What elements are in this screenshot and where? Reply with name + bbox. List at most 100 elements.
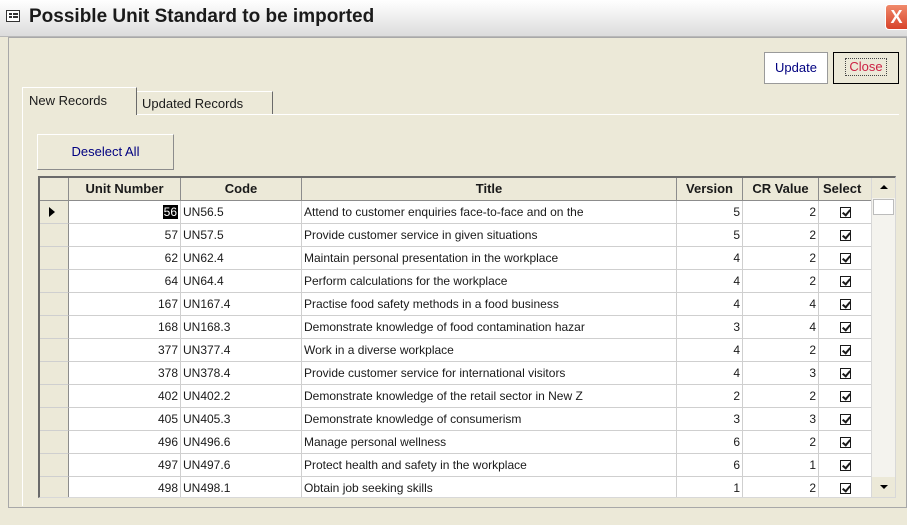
cell-cr-value[interactable]: 2 <box>743 431 819 454</box>
scrollbar-thumb[interactable] <box>873 199 894 215</box>
cell-unit-number[interactable]: 64 <box>69 270 181 293</box>
table-row[interactable]: 57 UN57.5 Provide customer service in give… <box>40 224 871 247</box>
cell-code[interactable]: UN496.6 <box>181 431 302 454</box>
table-row[interactable]: 497 UN497.6 Protect health and safety in t… <box>40 454 871 477</box>
cell-unit-number[interactable]: 168 <box>69 316 181 339</box>
column-header-select[interactable]: Select <box>819 178 871 201</box>
cell-version[interactable]: 4 <box>677 270 743 293</box>
cell-unit-number[interactable]: 378 <box>69 362 181 385</box>
cell-code[interactable]: UN402.2 <box>181 385 302 408</box>
cell-version[interactable]: 2 <box>677 385 743 408</box>
checkbox-checked-icon[interactable] <box>839 253 851 265</box>
cell-version[interactable]: 4 <box>677 339 743 362</box>
checkbox-checked-icon[interactable] <box>839 207 851 219</box>
record-selector[interactable] <box>40 247 69 270</box>
cell-code[interactable]: UN498.1 <box>181 477 302 497</box>
cell-cr-value[interactable]: 4 <box>743 293 819 316</box>
vertical-scrollbar[interactable] <box>871 178 895 497</box>
cell-code[interactable]: UN64.4 <box>181 270 302 293</box>
record-selector[interactable] <box>40 385 69 408</box>
cell-version[interactable]: 3 <box>677 408 743 431</box>
cell-cr-value[interactable]: 2 <box>743 477 819 497</box>
checkbox-checked-icon[interactable] <box>839 437 851 449</box>
cell-code[interactable]: UN405.3 <box>181 408 302 431</box>
cell-title[interactable]: Provide customer service for internation… <box>302 362 677 385</box>
record-selector[interactable] <box>40 454 69 477</box>
cell-unit-number[interactable]: 498 <box>69 477 181 497</box>
cell-version[interactable]: 4 <box>677 293 743 316</box>
cell-cr-value[interactable]: 2 <box>743 385 819 408</box>
record-selector[interactable] <box>40 316 69 339</box>
deselect-all-button[interactable]: Deselect All <box>37 134 174 170</box>
cell-title[interactable]: Manage personal wellness <box>302 431 677 454</box>
cell-title[interactable]: Demonstrate knowledge of consumerism <box>302 408 677 431</box>
cell-unit-number[interactable]: 377 <box>69 339 181 362</box>
checkbox-checked-icon[interactable] <box>839 230 851 242</box>
tab-new-records[interactable]: New Records <box>22 87 137 115</box>
table-row[interactable]: 402 UN402.2 Demonstrate knowledge of the r… <box>40 385 871 408</box>
scroll-up-arrow-icon[interactable] <box>872 178 895 198</box>
cell-version[interactable]: 6 <box>677 454 743 477</box>
cell-version[interactable]: 4 <box>677 362 743 385</box>
checkbox-checked-icon[interactable] <box>839 414 851 426</box>
cell-code[interactable]: UN497.6 <box>181 454 302 477</box>
column-header-code[interactable]: Code <box>181 178 302 201</box>
update-button[interactable]: Update <box>764 52 828 84</box>
cell-cr-value[interactable]: 2 <box>743 224 819 247</box>
cell-title[interactable]: Work in a diverse workplace <box>302 339 677 362</box>
column-header-version[interactable]: Version <box>677 178 743 201</box>
cell-version[interactable]: 3 <box>677 316 743 339</box>
cell-version[interactable]: 5 <box>677 201 743 224</box>
cell-unit-number[interactable]: 405 <box>69 408 181 431</box>
cell-title[interactable]: Provide customer service in given situat… <box>302 224 677 247</box>
checkbox-checked-icon[interactable] <box>839 460 851 472</box>
cell-cr-value[interactable]: 3 <box>743 408 819 431</box>
cell-unit-number[interactable]: 497 <box>69 454 181 477</box>
record-selector[interactable] <box>40 362 69 385</box>
cell-unit-number[interactable]: 62 <box>69 247 181 270</box>
record-selector[interactable] <box>40 293 69 316</box>
scroll-down-arrow-icon[interactable] <box>872 477 895 497</box>
cell-cr-value[interactable]: 2 <box>743 201 819 224</box>
record-selector[interactable] <box>40 408 69 431</box>
cell-version[interactable]: 1 <box>677 477 743 497</box>
record-selector[interactable] <box>40 224 69 247</box>
cell-title[interactable]: Obtain job seeking skills <box>302 477 677 497</box>
cell-title[interactable]: Perform calculations for the workplace <box>302 270 677 293</box>
checkbox-checked-icon[interactable] <box>839 368 851 380</box>
window-close-button[interactable]: X <box>885 4 907 30</box>
table-row[interactable]: 56 UN56.5 Attend to customer enquiries fac… <box>40 201 871 224</box>
table-row[interactable]: 62 UN62.4 Maintain personal presentation i… <box>40 247 871 270</box>
table-row[interactable]: 378 UN378.4 Provide customer service for i… <box>40 362 871 385</box>
cell-unit-number[interactable]: 496 <box>69 431 181 454</box>
cell-cr-value[interactable]: 2 <box>743 339 819 362</box>
cell-cr-value[interactable]: 2 <box>743 270 819 293</box>
column-header-unit-number[interactable]: Unit Number <box>69 178 181 201</box>
checkbox-checked-icon[interactable] <box>839 299 851 311</box>
cell-code[interactable]: UN167.4 <box>181 293 302 316</box>
cell-version[interactable]: 6 <box>677 431 743 454</box>
cell-title[interactable]: Demonstrate knowledge of the retail sect… <box>302 385 677 408</box>
record-selector[interactable] <box>40 201 69 224</box>
cell-unit-number[interactable]: 56 <box>69 201 181 224</box>
record-selector[interactable] <box>40 477 69 497</box>
cell-cr-value[interactable]: 4 <box>743 316 819 339</box>
table-row[interactable]: 405 UN405.3 Demonstrate knowledge of consu… <box>40 408 871 431</box>
cell-code[interactable]: UN56.5 <box>181 201 302 224</box>
table-row[interactable]: 64 UN64.4 Perform calculations for the wor… <box>40 270 871 293</box>
tab-updated-records[interactable]: Updated Records <box>136 91 273 115</box>
cell-code[interactable]: UN62.4 <box>181 247 302 270</box>
cell-version[interactable]: 4 <box>677 247 743 270</box>
checkbox-checked-icon[interactable] <box>839 391 851 403</box>
checkbox-checked-icon[interactable] <box>839 276 851 288</box>
cell-cr-value[interactable]: 1 <box>743 454 819 477</box>
select-all-corner[interactable] <box>40 178 69 201</box>
cell-title[interactable]: Protect health and safety in the workpla… <box>302 454 677 477</box>
cell-code[interactable]: UN378.4 <box>181 362 302 385</box>
table-row[interactable]: 498 UN498.1 Obtain job seeking skills 1 2 <box>40 477 870 497</box>
cell-cr-value[interactable]: 2 <box>743 247 819 270</box>
cell-title[interactable]: Maintain personal presentation in the wo… <box>302 247 677 270</box>
table-row[interactable]: 496 UN496.6 Manage personal wellness 6 2 <box>40 431 871 454</box>
cell-code[interactable]: UN57.5 <box>181 224 302 247</box>
cell-unit-number[interactable]: 402 <box>69 385 181 408</box>
